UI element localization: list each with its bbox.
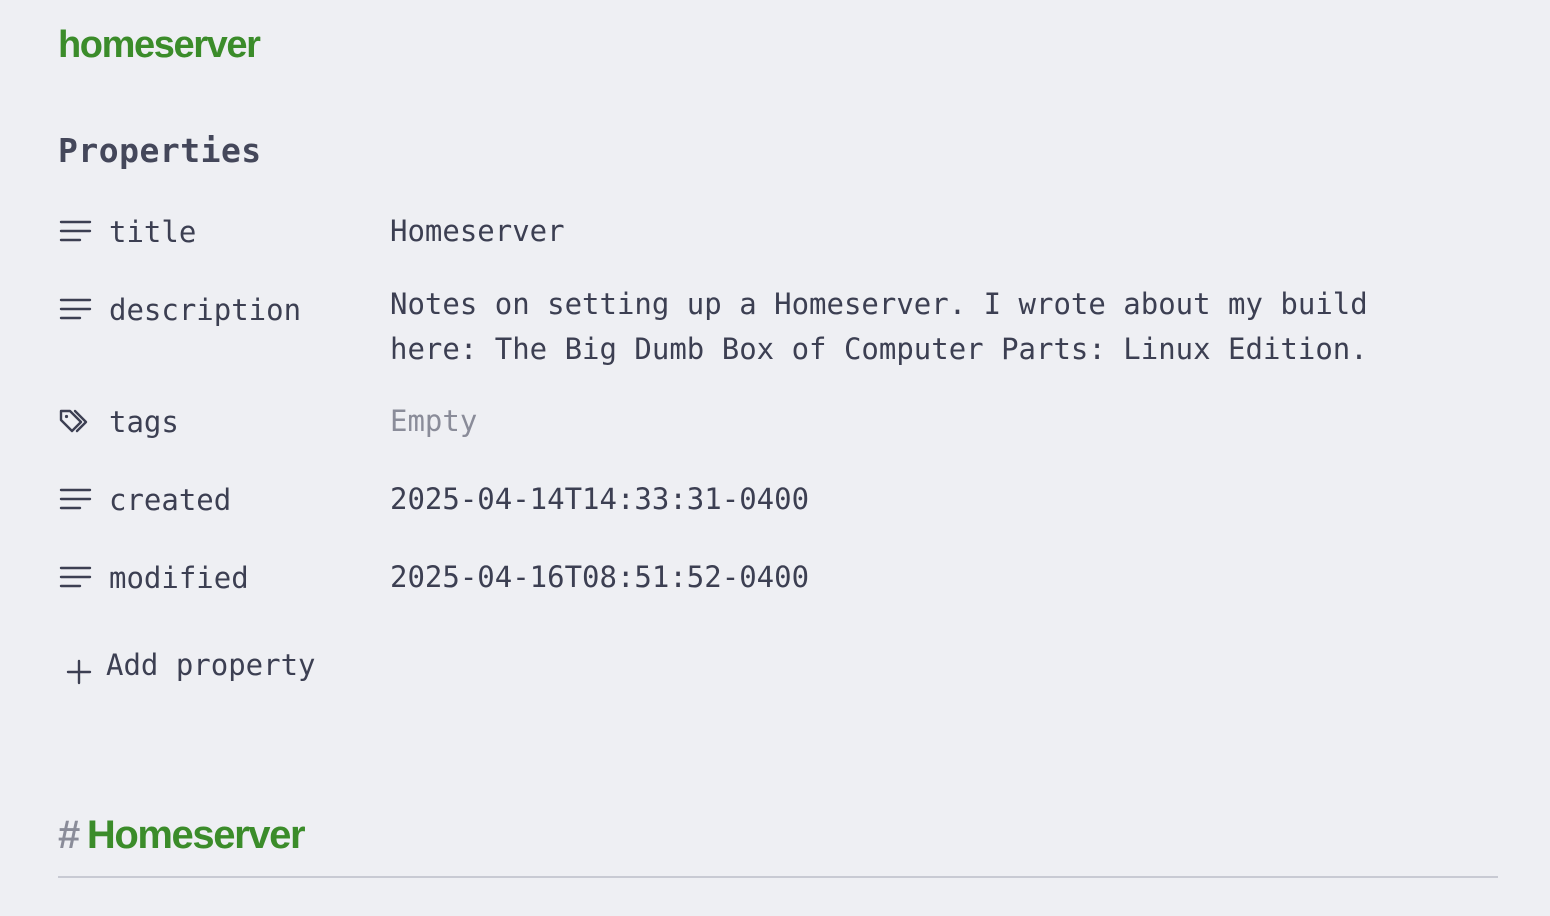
body-heading: # Homeserver — [58, 810, 306, 860]
property-value-description[interactable]: Notes on setting up a Homeserver. I wrot… — [390, 282, 1450, 372]
text-lines-icon — [58, 295, 94, 325]
note-title: homeserver — [58, 24, 261, 66]
property-name: modified — [109, 561, 249, 595]
property-key-tags[interactable]: tags — [58, 399, 378, 445]
property-row-title[interactable]: title Homeserver — [58, 209, 1458, 255]
text-lines-icon — [58, 485, 94, 515]
property-key-description[interactable]: description — [58, 287, 378, 333]
plus-icon — [64, 652, 94, 685]
tag-icon — [58, 407, 94, 437]
heading-divider — [58, 876, 1498, 878]
property-key-modified[interactable]: modified — [58, 555, 378, 601]
body-heading-text: Homeserver — [86, 813, 306, 857]
property-name: description — [109, 293, 302, 327]
property-name: title — [109, 215, 197, 249]
property-value-modified[interactable]: 2025-04-16T08:51:52-0400 — [390, 555, 1450, 600]
add-property-label: Add property — [106, 648, 316, 682]
heading-marker: # — [58, 813, 80, 857]
property-row-modified[interactable]: modified 2025-04-16T08:51:52-0400 — [58, 555, 1458, 601]
property-value-tags[interactable]: Empty — [390, 399, 1450, 444]
property-row-description[interactable]: description Notes on setting up a Homese… — [58, 282, 1458, 374]
property-row-tags[interactable]: tags Empty — [58, 399, 1458, 445]
properties-heading: Properties — [58, 131, 262, 170]
property-key-created[interactable]: created — [58, 477, 378, 523]
property-key-title[interactable]: title — [58, 209, 378, 255]
property-name: tags — [109, 405, 179, 439]
text-lines-icon — [58, 563, 94, 593]
property-value-title[interactable]: Homeserver — [390, 209, 1450, 254]
property-name: created — [109, 483, 232, 517]
property-row-created[interactable]: created 2025-04-14T14:33:31-0400 — [58, 477, 1458, 523]
text-lines-icon — [58, 217, 94, 247]
property-value-created[interactable]: 2025-04-14T14:33:31-0400 — [390, 477, 1450, 522]
